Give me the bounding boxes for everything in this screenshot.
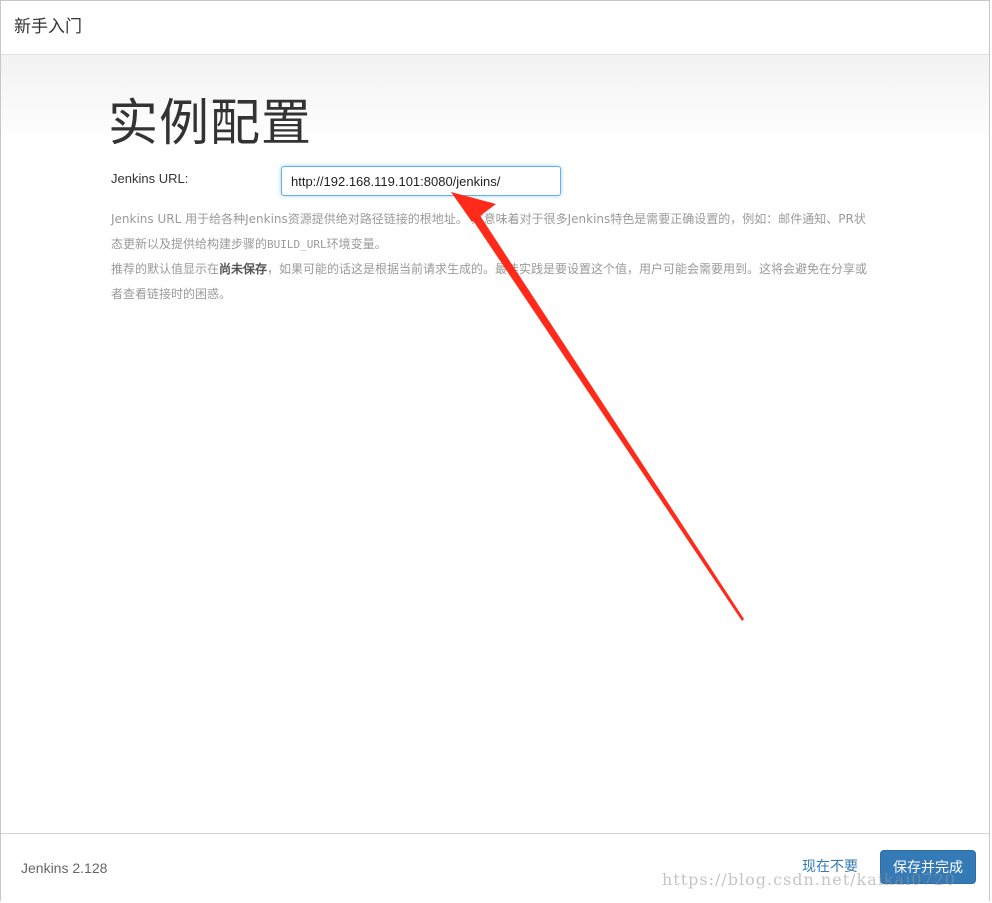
dialog-body: 实例配置 Jenkins URL: Jenkins URL 用于给各种Jenki… bbox=[1, 55, 989, 833]
jenkins-url-label: Jenkins URL: bbox=[111, 171, 189, 186]
help-paragraph-2: 推荐的默认值显示在尚未保存，如果可能的话这是根据当前请求生成的。最佳实践是要设置… bbox=[111, 257, 876, 307]
help-paragraph-1: Jenkins URL 用于给各种Jenkins资源提供绝对路径链接的根地址。 … bbox=[111, 207, 876, 257]
help-p2-prefix: 推荐的默认值显示在 bbox=[111, 262, 220, 276]
help-p1-tail: 环境变量。 bbox=[326, 237, 387, 251]
help-text: Jenkins URL 用于给各种Jenkins资源提供绝对路径链接的根地址。 … bbox=[111, 207, 876, 307]
watermark: https://blog.csdn.net/kaikai0720 bbox=[662, 870, 956, 889]
setup-wizard-dialog: 新手入门 实例配置 Jenkins URL: Jenkins URL 用于给各种… bbox=[0, 0, 990, 902]
help-p1-text: Jenkins URL 用于给各种Jenkins资源提供绝对路径链接的根地址。 … bbox=[111, 212, 866, 251]
jenkins-version: Jenkins 2.128 bbox=[21, 860, 108, 876]
build-url-code: BUILD_URL bbox=[267, 238, 327, 251]
dialog-footer: Jenkins 2.128 现在不要 保存并完成 bbox=[1, 833, 989, 902]
unsaved-emphasis: 尚未保存 bbox=[219, 262, 268, 276]
page-title: 实例配置 bbox=[108, 94, 312, 152]
jenkins-url-input[interactable] bbox=[281, 166, 561, 196]
dialog-header: 新手入门 bbox=[1, 1, 989, 55]
dialog-title: 新手入门 bbox=[14, 17, 82, 37]
